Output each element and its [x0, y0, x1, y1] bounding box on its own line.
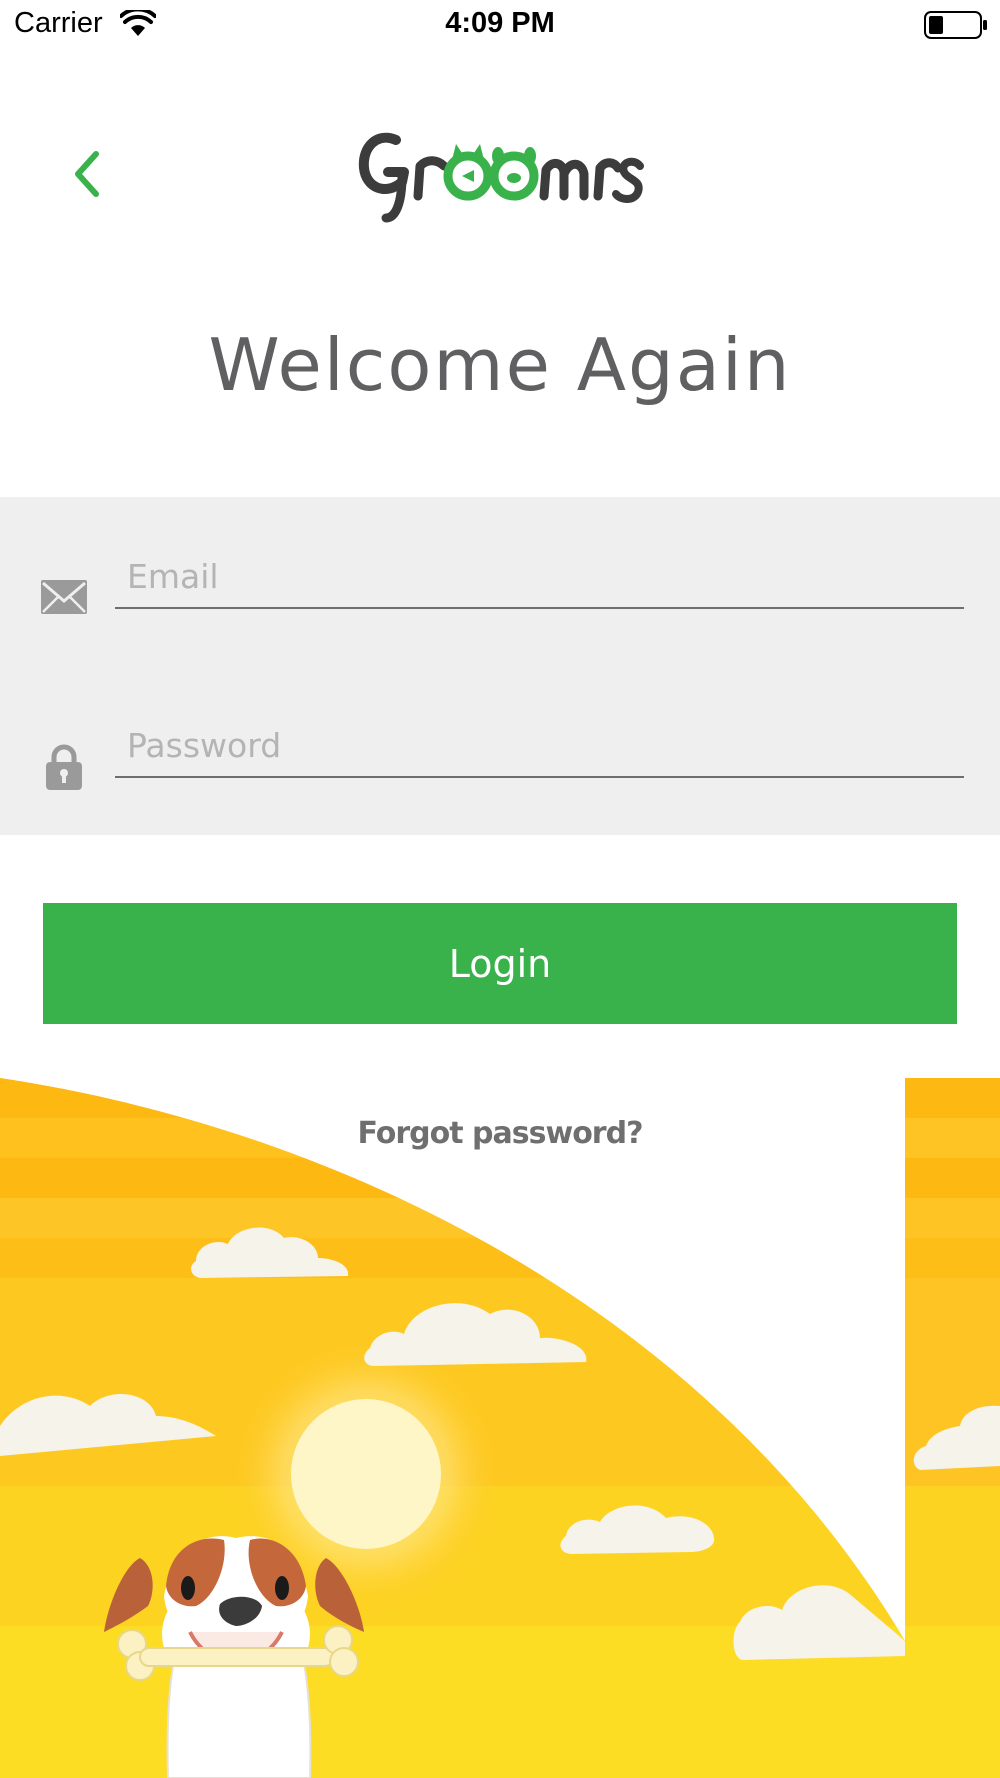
- chevron-left-icon: [75, 151, 99, 197]
- sunny-dog-illustration: [0, 1078, 1000, 1778]
- forgot-password-link[interactable]: Forgot password?: [0, 1116, 1000, 1151]
- groomrs-logo: [358, 132, 644, 223]
- back-button[interactable]: [66, 146, 110, 202]
- email-field[interactable]: [115, 545, 964, 609]
- clock: 4:09 PM: [445, 7, 555, 39]
- password-field[interactable]: [115, 714, 964, 778]
- welcome-title: Welcome Again: [208, 323, 792, 407]
- login-screen: Carrier 4:09 PM Welcome Again Email Logi…: [0, 0, 1000, 1778]
- battery-icon: [924, 11, 987, 39]
- lock-icon: [46, 744, 82, 790]
- envelope-icon: [41, 580, 87, 614]
- login-button[interactable]: Login: [43, 903, 957, 1024]
- status-bar: Carrier 4:09 PM: [0, 0, 1000, 52]
